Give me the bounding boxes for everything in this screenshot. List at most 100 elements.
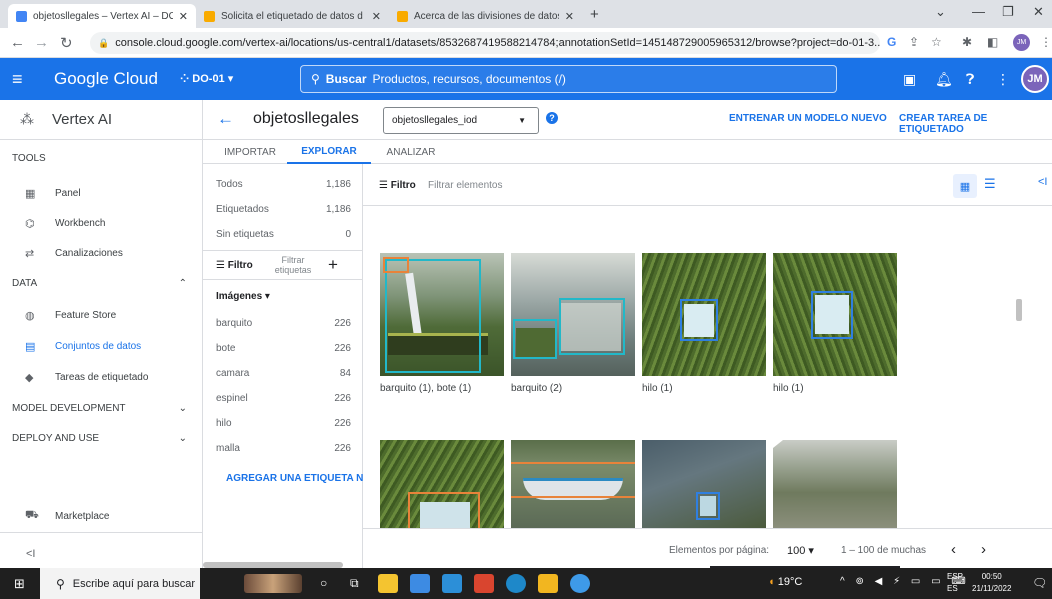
search-button[interactable]: Buscar xyxy=(326,72,367,86)
create-labeling-task-button[interactable]: CREAR TAREA DE ETIQUETADO xyxy=(899,113,1052,135)
nav-item-panel[interactable]: ▦ Panel xyxy=(0,180,203,206)
chrome-profile-icon[interactable] xyxy=(570,574,590,593)
browser-tab-vertex[interactable]: objetosllegales – Vertex AI – DO ✕ xyxy=(8,4,196,28)
add-filter-icon[interactable]: + xyxy=(328,255,338,275)
google-cloud-logo[interactable]: Google Cloud xyxy=(54,69,158,89)
image-thumbnail[interactable] xyxy=(773,253,897,376)
help-icon[interactable]: ? xyxy=(546,112,558,124)
filter-labels-input[interactable]: Filtrar etiquetas xyxy=(272,255,314,275)
vertical-scrollbar[interactable] xyxy=(1016,299,1022,321)
section-model-development[interactable]: MODEL DEVELOPMENT ⌄ xyxy=(0,397,203,419)
section-data[interactable]: DATA ⌃ xyxy=(0,272,203,294)
browser-profile-avatar[interactable]: JM xyxy=(1013,34,1030,51)
cloud-shell-icon[interactable]: ▣ xyxy=(903,71,916,88)
taskbar-search-input[interactable]: ⚲ Escribe aquí para buscar xyxy=(40,568,200,599)
search-icon: ⚲ xyxy=(311,72,320,86)
language-indicator[interactable]: ESP ES xyxy=(947,571,963,595)
nav-item-workbench[interactable]: ⌬ Workbench xyxy=(0,210,203,236)
images-heading[interactable]: Imágenes ▾ xyxy=(216,291,270,302)
browser-menu-icon[interactable]: ⋮ xyxy=(1040,35,1052,49)
label-row[interactable]: hilo 226 xyxy=(216,418,351,429)
share-icon[interactable]: ⇪ xyxy=(909,35,919,49)
mail-icon[interactable] xyxy=(442,574,462,593)
new-tab-button[interactable]: + xyxy=(590,6,599,23)
label-row[interactable]: bote 226 xyxy=(216,343,351,354)
annotation-set-select[interactable]: objetosllegales_iod ▼ xyxy=(383,107,539,134)
per-page-select[interactable]: 100 ▾ xyxy=(787,544,814,557)
tab-analyze[interactable]: ANALIZAR xyxy=(371,140,451,164)
browser-tab-labeling[interactable]: Solicita el etiquetado de datos d ✕ xyxy=(196,4,389,28)
help-icon[interactable]: ❓︎ xyxy=(966,71,974,88)
train-model-button[interactable]: ENTRENAR UN MODELO NUEVO xyxy=(729,113,887,124)
weather-widget[interactable]: ◖ 19°C xyxy=(768,576,802,588)
nav-item-pipelines[interactable]: ⇄ Canalizaciones xyxy=(0,240,203,266)
nav-item-datasets[interactable]: ▤ Conjuntos de datos xyxy=(0,333,203,359)
tab-explore[interactable]: EXPLORAR xyxy=(287,140,371,164)
edge-icon[interactable] xyxy=(506,574,526,593)
filter-items-input[interactable]: Filtrar elementos xyxy=(428,180,502,191)
office-icon[interactable] xyxy=(474,574,494,593)
image-thumbnail[interactable] xyxy=(642,440,766,528)
calculator-icon[interactable] xyxy=(378,574,398,593)
close-tab-icon[interactable]: ✕ xyxy=(565,10,574,23)
filter-row-labeled[interactable]: Etiquetados 1,186 xyxy=(216,204,351,215)
project-picker[interactable]: ⁘ DO-01 ▾ xyxy=(180,72,233,85)
image-thumbnail[interactable] xyxy=(380,440,504,528)
task-view-icon[interactable]: ⧉ xyxy=(350,576,359,591)
search-input[interactable]: ⚲ Buscar Productos, recursos, documentos… xyxy=(300,65,837,93)
close-window-icon[interactable]: ✕ xyxy=(1033,4,1044,20)
notifications-icon[interactable]: 🗨︎ xyxy=(1032,576,1047,590)
google-lens-icon[interactable]: G xyxy=(887,35,896,49)
list-view-icon[interactable]: ☰ xyxy=(984,176,996,192)
tab-import[interactable]: IMPORTAR xyxy=(213,140,287,164)
collapse-nav-button[interactable]: <I xyxy=(26,548,35,560)
collapse-panel-icon[interactable]: <I xyxy=(1038,176,1047,188)
nav-label: Canalizaciones xyxy=(55,247,123,259)
tab-title: objetosllegales – Vertex AI – DO xyxy=(33,10,173,22)
side-panel-icon[interactable]: ◧ xyxy=(987,35,998,49)
bookmark-star-icon[interactable]: ☆ xyxy=(931,35,942,49)
cortana-icon[interactable]: ○ xyxy=(320,576,327,590)
grid-view-icon[interactable]: ▦ xyxy=(953,174,977,198)
section-deploy-and-use[interactable]: DEPLOY AND USE ⌄ xyxy=(0,427,203,449)
minimize-icon[interactable]: — xyxy=(972,4,985,19)
nav-item-marketplace[interactable]: ⛟ Marketplace xyxy=(0,503,203,529)
account-avatar[interactable]: JM xyxy=(1021,65,1049,93)
image-thumbnail[interactable] xyxy=(511,440,635,528)
filter-row-unlabeled[interactable]: Sin etiquetas 0 xyxy=(216,229,351,240)
address-bar[interactable]: 🔒 console.cloud.google.com/vertex-ai/loc… xyxy=(90,32,880,54)
back-arrow-icon[interactable]: ← xyxy=(217,109,234,129)
filter-row-all[interactable]: Todos 1,186 xyxy=(216,179,351,190)
file-explorer-icon[interactable] xyxy=(538,574,558,593)
label-row[interactable]: malla 226 xyxy=(216,443,351,454)
label-row[interactable]: espinel 226 xyxy=(216,393,351,404)
back-arrow-icon[interactable]: ← xyxy=(10,34,25,51)
more-options-icon[interactable]: ⋮ xyxy=(996,71,1010,88)
reload-icon[interactable]: ↻ xyxy=(60,34,73,52)
filter-button[interactable]: ☰ Filtro xyxy=(379,180,416,191)
extensions-icon[interactable]: ✱ xyxy=(962,35,972,49)
tab-search-icon[interactable]: ⌄ xyxy=(935,4,946,20)
label-row[interactable]: camara 84 xyxy=(216,368,351,379)
taskbar-clock[interactable]: 00:50 21/11/2022 xyxy=(972,571,1011,595)
label-row[interactable]: barquito 226 xyxy=(216,318,351,329)
notifications-bell-icon[interactable]: 🔔︎ xyxy=(935,71,953,88)
image-thumbnail[interactable] xyxy=(511,253,635,376)
filter-button[interactable]: ☰ Filtro xyxy=(216,260,253,271)
image-thumbnail[interactable] xyxy=(642,253,766,376)
add-label-button[interactable]: AGREGAR UNA ETIQUETA NUEVA xyxy=(216,473,363,484)
image-thumbnail[interactable] xyxy=(380,253,504,376)
browser-tab-splits[interactable]: Acerca de las divisiones de datos ✕ xyxy=(389,4,582,28)
close-tab-icon[interactable]: ✕ xyxy=(179,10,188,23)
close-tab-icon[interactable]: ✕ xyxy=(372,10,381,23)
forward-arrow-icon[interactable]: → xyxy=(34,34,49,51)
nav-item-feature-store[interactable]: ◍ Feature Store xyxy=(0,302,203,328)
next-page-icon[interactable]: › xyxy=(981,541,986,558)
chrome-icon[interactable] xyxy=(410,574,430,593)
restore-icon[interactable]: ❐ xyxy=(1002,4,1014,20)
windows-start-icon[interactable]: ⊞ xyxy=(14,576,25,592)
previous-page-icon[interactable]: ‹ xyxy=(951,541,956,558)
nav-item-labeling-tasks[interactable]: ◆ Tareas de etiquetado xyxy=(0,364,203,390)
image-thumbnail[interactable] xyxy=(773,440,897,528)
hamburger-menu-icon[interactable]: ≡ xyxy=(12,69,23,90)
